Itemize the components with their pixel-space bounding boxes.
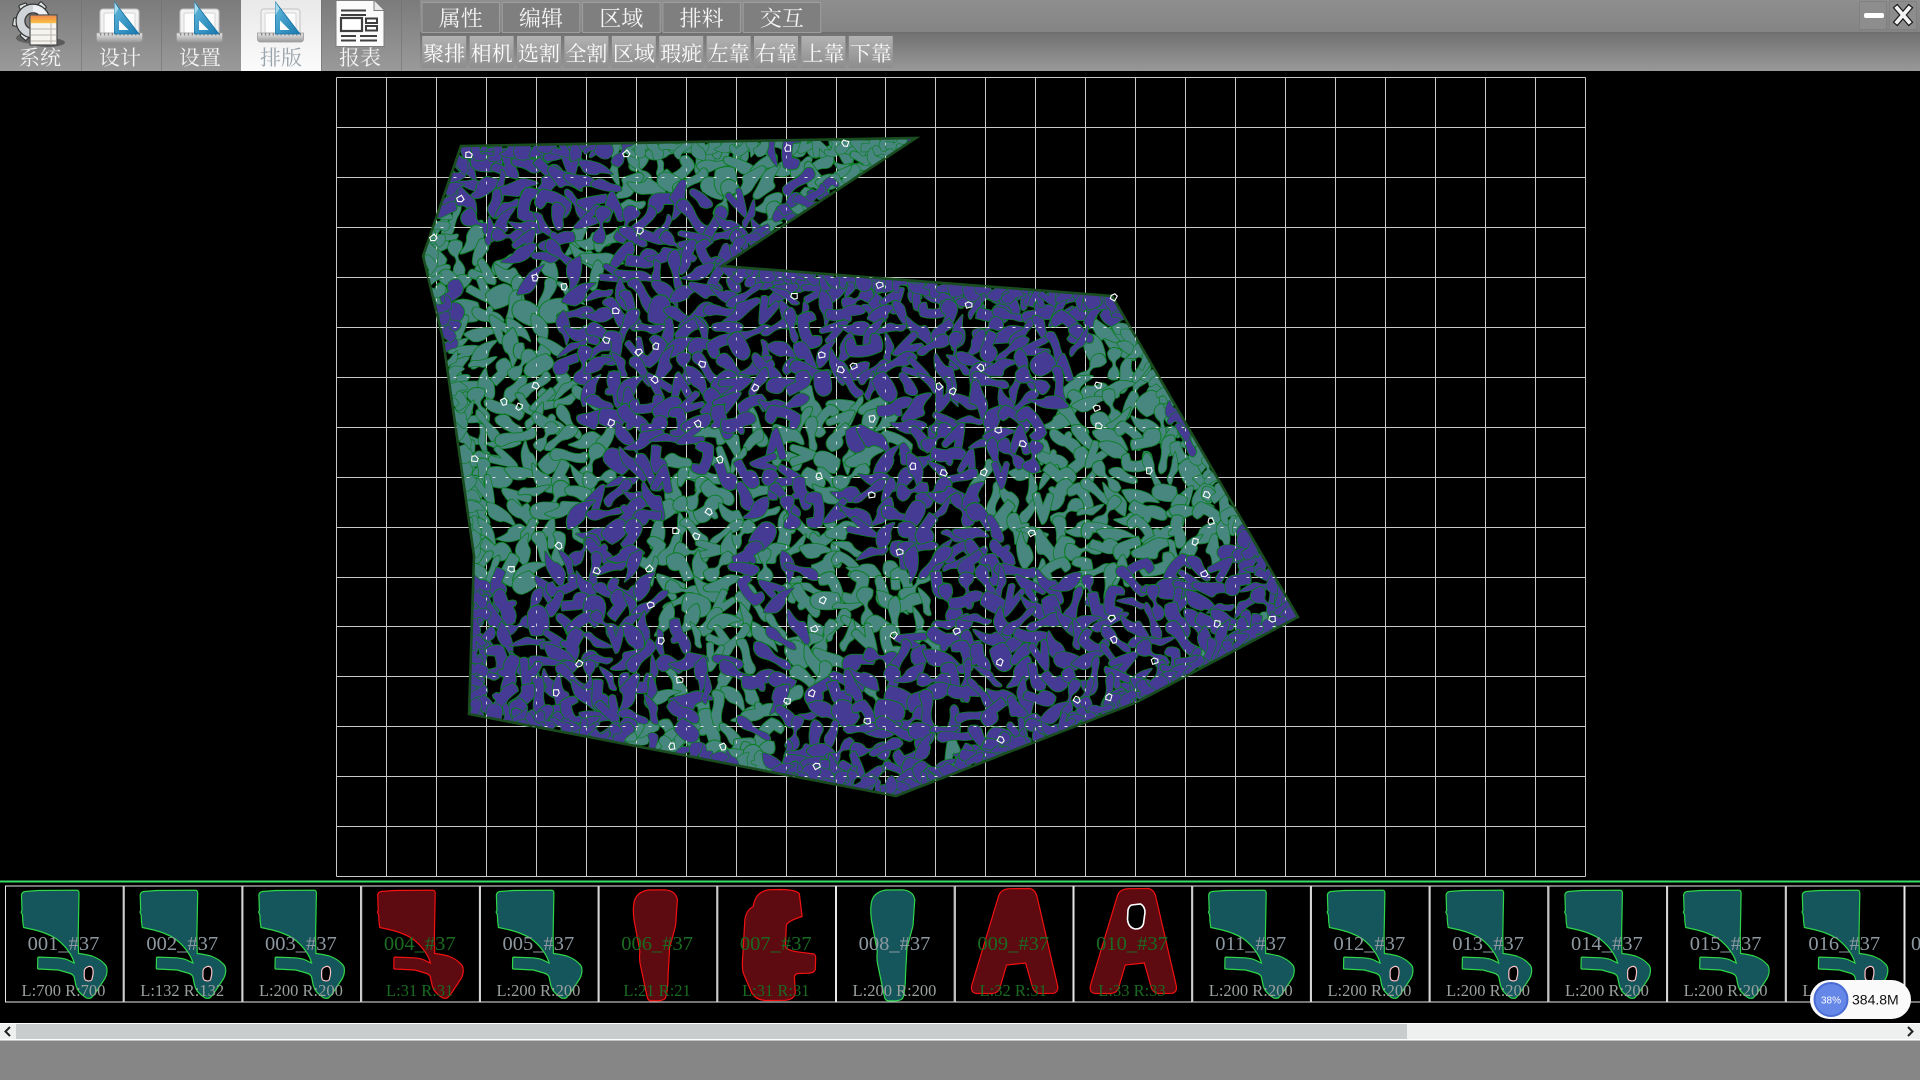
svg-text:003_#37: 003_#37 [265, 933, 337, 955]
svg-text:L:700 R:700: L:700 R:700 [22, 981, 106, 1000]
svg-text:L:200 R:200: L:200 R:200 [1684, 981, 1768, 1000]
svg-text:005_#37: 005_#37 [503, 933, 575, 955]
svg-text:014_#37: 014_#37 [1571, 933, 1643, 955]
svg-text:L:132 R:132: L:132 R:132 [140, 981, 224, 1000]
svg-text:L:200 R:200: L:200 R:200 [1209, 981, 1293, 1000]
svg-text:L:21 R:21: L:21 R:21 [623, 981, 690, 1000]
svg-text:004_#37: 004_#37 [384, 933, 456, 955]
svg-text:007_#37: 007_#37 [740, 933, 812, 955]
svg-text:384.8M: 384.8M [1852, 992, 1899, 1008]
svg-text:0: 0 [1911, 933, 1920, 955]
svg-text:002_#37: 002_#37 [146, 933, 218, 955]
svg-text:L:200 R:200: L:200 R:200 [496, 981, 580, 1000]
svg-text:001_#37: 001_#37 [28, 933, 100, 955]
svg-text:011_#37: 011_#37 [1215, 933, 1286, 955]
svg-text:L:31 R:31: L:31 R:31 [742, 981, 809, 1000]
svg-text:006_#37: 006_#37 [621, 933, 693, 955]
svg-text:015_#37: 015_#37 [1690, 933, 1762, 955]
svg-text:009_#37: 009_#37 [977, 933, 1049, 955]
svg-text:L:32 R:31: L:32 R:31 [980, 981, 1047, 1000]
svg-text:012_#37: 012_#37 [1334, 933, 1406, 955]
svg-text:L:200 R:200: L:200 R:200 [1565, 981, 1649, 1000]
svg-text:016_#37: 016_#37 [1808, 933, 1880, 955]
svg-text:010_#37: 010_#37 [1096, 933, 1168, 955]
svg-text:L:200 R:200: L:200 R:200 [259, 981, 343, 1000]
svg-text:L:31 R:31: L:31 R:31 [386, 981, 453, 1000]
svg-text:38%: 38% [1821, 996, 1841, 1007]
svg-text:L:200 R:200: L:200 R:200 [1446, 981, 1530, 1000]
svg-text:008_#37: 008_#37 [859, 933, 931, 955]
svg-text:L:33 R:33: L:33 R:33 [1098, 981, 1165, 1000]
svg-text:013_#37: 013_#37 [1452, 933, 1524, 955]
svg-text:L:200 R:200: L:200 R:200 [1327, 981, 1411, 1000]
svg-text:L:200 R:200: L:200 R:200 [853, 981, 937, 1000]
